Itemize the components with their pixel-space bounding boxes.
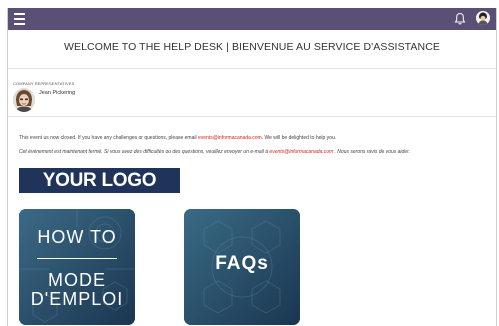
tile-title: FAQs <box>215 253 269 274</box>
message-text: . Nous serons ravis de vous aider. <box>333 149 410 155</box>
company-logo: YOUR LOGO HERE <box>19 168 180 216</box>
section-label-representatives: COMPANY REPRESENTATIVES <box>13 81 75 86</box>
message-text: . We will be delighted to help you. <box>261 135 337 141</box>
representative-name[interactable]: Jean Pickering <box>39 90 75 96</box>
tile-subtitle: D'EMPLOI <box>30 289 124 309</box>
divider <box>8 116 496 117</box>
help-desk-page: WELCOME TO THE HELP DESK | BIENVENUE AU … <box>7 8 497 326</box>
hamburger-menu-icon[interactable] <box>14 13 25 25</box>
tile-divider <box>37 258 117 259</box>
how-to-tile[interactable]: HOW TO MODE D'EMPLOI <box>19 209 135 325</box>
top-navigation-bar <box>8 8 496 30</box>
divider <box>8 68 496 69</box>
tile-subtitle: MODE <box>48 270 106 290</box>
page-title: WELCOME TO THE HELP DESK | BIENVENUE AU … <box>63 41 440 53</box>
message-text: Cet évènement est maintenant fermé. Si v… <box>19 149 270 155</box>
user-avatar[interactable] <box>476 11 490 25</box>
email-link[interactable]: events@informacanada.com <box>198 135 262 141</box>
faqs-tile[interactable]: FAQs <box>184 209 300 325</box>
representative-avatar[interactable] <box>13 88 35 112</box>
tile-title: HOW TO <box>37 227 117 247</box>
closed-message-fr: Cet évènement est maintenant fermé. Si v… <box>19 149 410 155</box>
bell-icon[interactable] <box>454 12 466 26</box>
email-link[interactable]: events@informacanada.com <box>269 149 333 155</box>
closed-message-en: This event us now closed. If you have an… <box>19 135 336 141</box>
message-text: This event us now closed. If you have an… <box>19 135 198 141</box>
